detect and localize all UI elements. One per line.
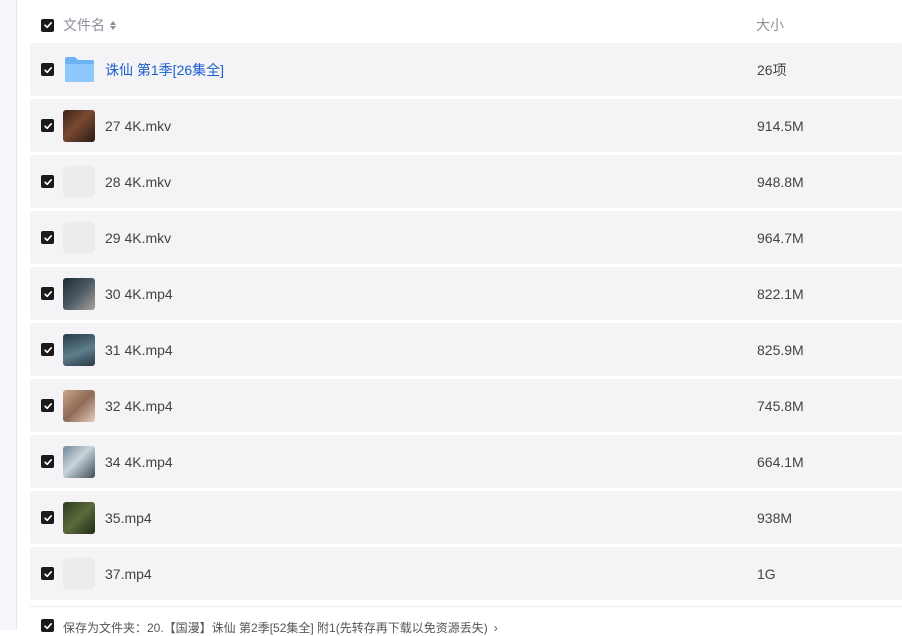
row-checkbox[interactable] [41, 343, 54, 356]
row-checkbox[interactable] [41, 511, 54, 524]
file-name: 30 4K.mp4 [105, 285, 173, 302]
row-checkbox[interactable] [41, 399, 54, 412]
save-folder-path[interactable]: 保存为文件夹：20.【国漫】诛仙 第2季[52集全] 附1(先转存再下载以免资源… [63, 619, 498, 636]
row-checkbox[interactable] [41, 175, 54, 188]
video-thumbnail [63, 334, 95, 366]
file-name: 34 4K.mp4 [105, 453, 173, 470]
file-name: 29 4K.mkv [105, 229, 172, 246]
file-name: 35.mp4 [105, 509, 152, 526]
file-row[interactable]: 27 4K.mkv 914.5M [30, 99, 902, 152]
row-checkbox[interactable] [41, 455, 54, 468]
file-size: 938M [757, 509, 793, 526]
row-checkbox[interactable] [41, 231, 54, 244]
row-checkbox[interactable] [41, 63, 54, 76]
file-size: 1G [757, 565, 776, 582]
check-icon [43, 622, 52, 629]
folder-name-link[interactable]: 诛仙 第1季[26集全] [105, 60, 224, 80]
check-icon [43, 178, 52, 185]
file-name: 28 4K.mkv [105, 173, 172, 190]
video-thumbnail [63, 278, 95, 310]
file-row[interactable]: 35.mp4 938M [30, 491, 902, 544]
file-size: 825.9M [757, 341, 804, 358]
blank-thumbnail [63, 166, 95, 198]
column-header-name-label: 文件名 [63, 17, 105, 33]
file-row[interactable]: 28 4K.mkv 948.8M [30, 155, 902, 208]
check-icon [43, 514, 52, 521]
blank-thumbnail [63, 222, 95, 254]
check-icon [43, 122, 52, 129]
check-icon [43, 402, 52, 409]
file-name: 31 4K.mp4 [105, 341, 173, 358]
file-size: 745.8M [757, 397, 804, 414]
save-folder-checkbox[interactable] [41, 619, 54, 632]
file-name: 27 4K.mkv [105, 117, 172, 134]
select-all-checkbox[interactable] [41, 18, 54, 32]
file-row[interactable]: 32 4K.mp4 745.8M [30, 379, 902, 432]
row-checkbox[interactable] [41, 287, 54, 300]
check-icon [43, 290, 52, 297]
file-rows: 诛仙 第1季[26集全] 26项 27 4K.mkv 914.5M 28 4K.mkv 9… [30, 43, 902, 603]
check-icon [43, 22, 52, 29]
video-thumbnail [63, 110, 95, 142]
row-checkbox[interactable] [41, 567, 54, 580]
save-folder-path-label: 保存为文件夹：20.【国漫】诛仙 第2季[52集全] 附1(先转存再下载以免资源… [63, 621, 488, 635]
save-folder-bar: 保存为文件夹：20.【国漫】诛仙 第2季[52集全] 附1(先转存再下载以免资源… [30, 606, 902, 635]
file-name: 37.mp4 [105, 565, 152, 582]
file-size: 964.7M [757, 229, 804, 246]
file-size: 914.5M [757, 117, 804, 134]
file-row[interactable]: 34 4K.mp4 664.1M [30, 435, 902, 488]
file-name: 32 4K.mp4 [105, 397, 173, 414]
sort-icon[interactable] [110, 20, 116, 30]
check-icon [43, 234, 52, 241]
file-row[interactable]: 31 4K.mp4 825.9M [30, 323, 902, 376]
blank-thumbnail [63, 558, 95, 590]
video-thumbnail [63, 390, 95, 422]
file-size: 948.8M [757, 173, 804, 190]
file-row[interactable]: 30 4K.mp4 822.1M [30, 267, 902, 320]
file-size: 664.1M [757, 453, 804, 470]
file-size: 822.1M [757, 285, 804, 302]
file-list: 文件名 大小 诛仙 第1季[26集全] 26项 27 4K.mkv 914.5M 28 … [30, 0, 902, 635]
row-checkbox[interactable] [41, 119, 54, 132]
video-thumbnail [63, 446, 95, 478]
left-sidebar-edge [0, 0, 17, 630]
file-row[interactable]: 37.mp4 1G [30, 547, 902, 600]
file-size: 26项 [757, 61, 787, 78]
file-row[interactable]: 诛仙 第1季[26集全] 26项 [30, 43, 902, 96]
column-header-name[interactable]: 文件名 [63, 15, 116, 35]
check-icon [43, 570, 52, 577]
folder-icon [65, 57, 94, 82]
column-header-size: 大小 [756, 17, 784, 33]
video-thumbnail [63, 502, 95, 534]
check-icon [43, 66, 52, 73]
check-icon [43, 346, 52, 353]
check-icon [43, 458, 52, 465]
chevron-right-icon: › [493, 621, 498, 635]
file-row[interactable]: 29 4K.mkv 964.7M [30, 211, 902, 264]
